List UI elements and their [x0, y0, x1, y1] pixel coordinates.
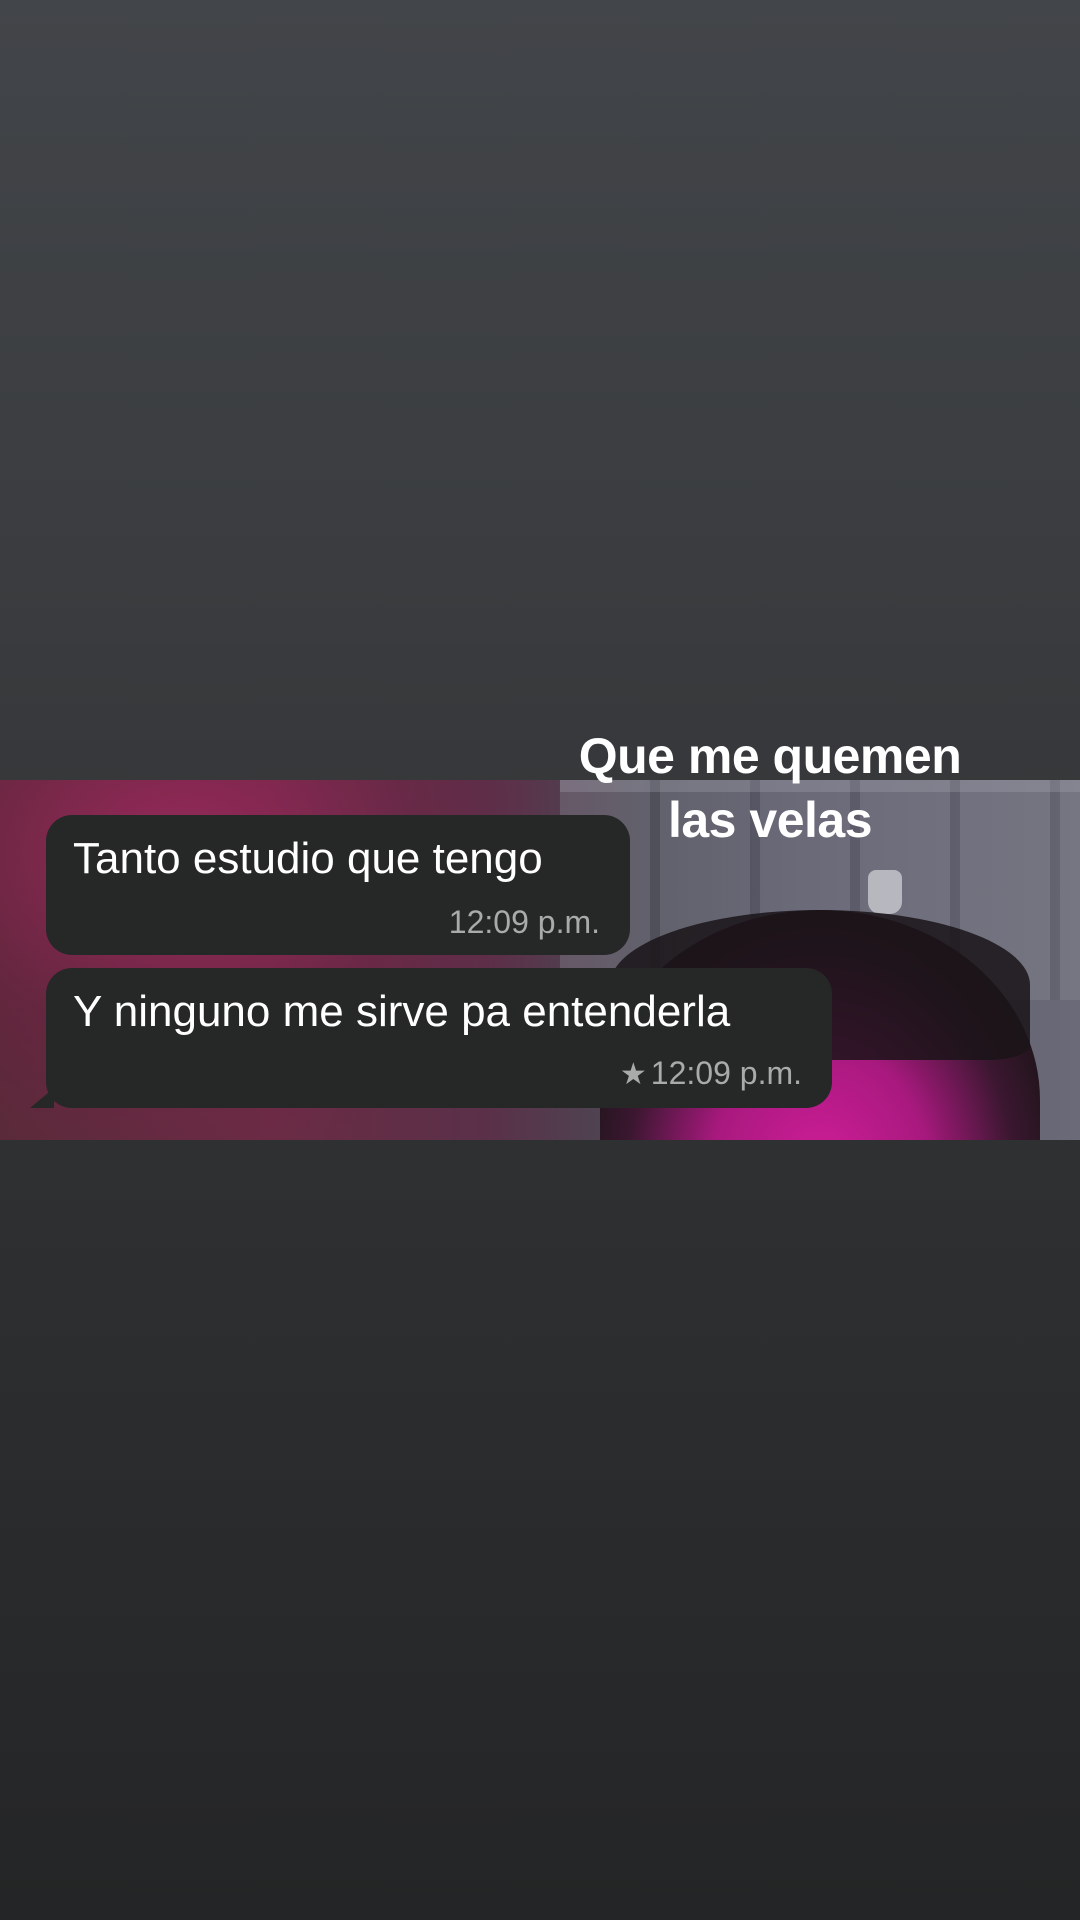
message-timestamp: 12:09 p.m.: [449, 903, 600, 941]
message-text: Y ninguno me sirve pa entenderla: [73, 987, 731, 1036]
caption-line-1: Que me quemen: [578, 728, 962, 784]
message-time-text: 12:09 p.m.: [650, 1055, 802, 1091]
message-text: Tanto estudio que tengo: [73, 834, 543, 883]
bubble-tail: [30, 1088, 54, 1108]
message-bubble[interactable]: Y ninguno me sirve pa entenderla ★ 12:09 …: [30, 968, 832, 1108]
caption-line-2: las velas: [667, 792, 873, 848]
story-caption[interactable]: Que me quemen las velas: [540, 724, 1000, 852]
photo-lamp: [868, 870, 902, 914]
star-icon: ★: [619, 1058, 647, 1091]
message-time-text: 12:09 p.m.: [448, 904, 600, 940]
message-timestamp: ★ 12:09 p.m.: [620, 1054, 802, 1094]
